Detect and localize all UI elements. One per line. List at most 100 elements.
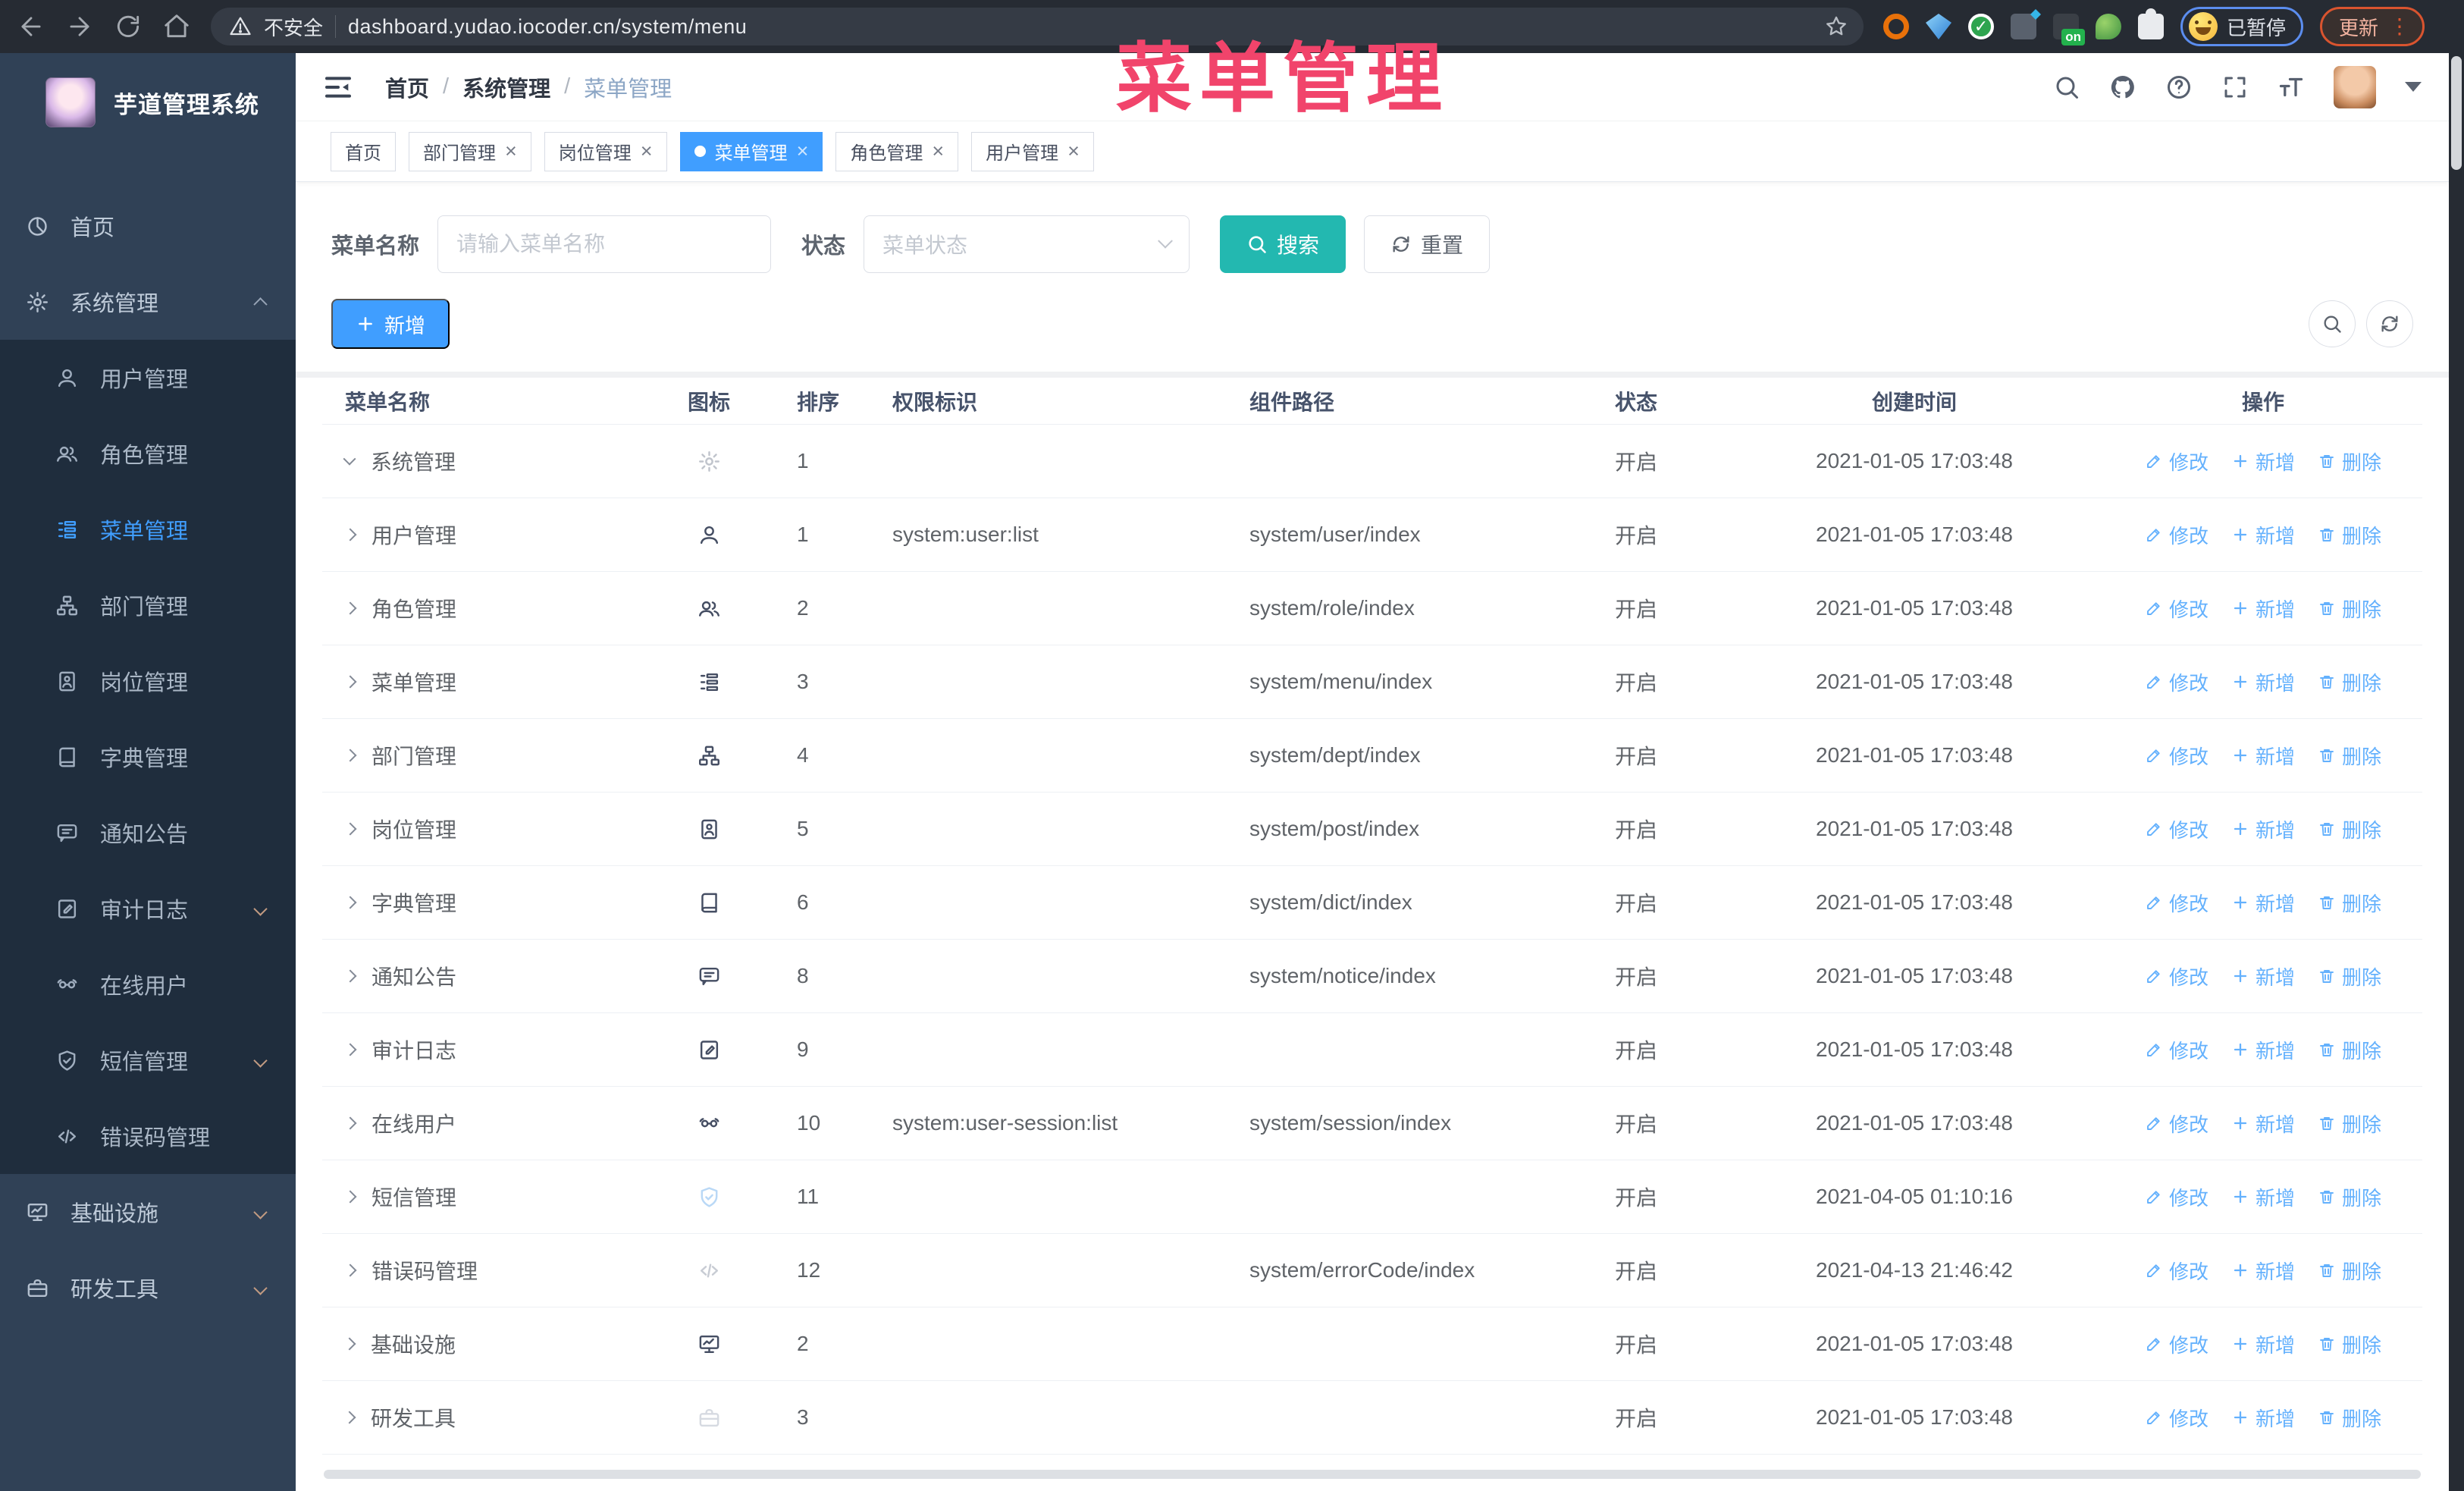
forward-icon[interactable] [65,12,94,41]
tag-tab-home[interactable]: 首页 [331,131,396,171]
add-child-link[interactable]: 新增 [2231,962,2295,990]
expand-icon[interactable] [343,1411,356,1424]
expand-icon[interactable] [343,749,357,762]
add-child-link[interactable]: 新增 [2231,1110,2295,1138]
expand-icon[interactable] [343,1043,357,1056]
user-menu-caret-icon[interactable] [2405,82,2422,92]
expand-icon[interactable] [343,822,357,836]
sidebar-item-sms[interactable]: 短信管理 [0,1022,296,1098]
delete-link[interactable]: 删除 [2318,1036,2381,1064]
update-menu-dots-icon[interactable]: ⋮ [2389,16,2410,37]
extension-check-icon[interactable]: ✓ [1968,14,1994,39]
expand-icon[interactable] [343,452,356,466]
edit-link[interactable]: 修改 [2145,1330,2209,1358]
delete-link[interactable]: 删除 [2318,447,2381,476]
extensions-puzzle-icon[interactable] [2138,8,2164,39]
sidebar-item-home[interactable]: 首页 [0,188,296,264]
add-child-link[interactable]: 新增 [2231,521,2295,549]
expand-icon[interactable] [343,1190,357,1204]
edit-link[interactable]: 修改 [2145,742,2209,770]
sidebar-item-notice[interactable]: 通知公告 [0,795,296,871]
edit-link[interactable]: 修改 [2145,668,2209,696]
browser-update-button[interactable]: 更新 ⋮ [2320,7,2425,46]
delete-link[interactable]: 删除 [2318,742,2381,770]
expand-icon[interactable] [343,528,357,541]
extension-bars-icon[interactable] [2011,14,2036,39]
add-child-link[interactable]: 新增 [2231,1404,2295,1432]
add-child-link[interactable]: 新增 [2231,1036,2295,1064]
add-child-link[interactable]: 新增 [2231,815,2295,843]
sidebar-item-online[interactable]: 在线用户 [0,946,296,1022]
extension-orange-icon[interactable] [1883,14,1909,39]
sidebar-item-post[interactable]: 岗位管理 [0,643,296,719]
fullscreen-icon[interactable] [2221,74,2249,101]
page-scrollbar[interactable] [2449,53,2464,1491]
expand-icon[interactable] [343,1263,357,1277]
add-child-link[interactable]: 新增 [2231,742,2295,770]
delete-link[interactable]: 删除 [2318,889,2381,917]
edit-link[interactable]: 修改 [2145,521,2209,549]
close-icon[interactable]: × [1067,141,1080,162]
url-text[interactable]: dashboard.yudao.iocoder.cn/system/menu [348,15,1812,39]
user-avatar[interactable] [2334,65,2376,108]
delete-link[interactable]: 删除 [2318,1404,2381,1432]
expand-icon[interactable] [343,969,357,983]
app-logo-row[interactable]: 芋道管理系统 [0,53,296,152]
sidebar-item-tools[interactable]: 研发工具 [0,1250,296,1326]
expand-icon[interactable] [343,1337,356,1351]
sidebar-fold-icon[interactable] [323,72,353,102]
extension-leaf-icon[interactable] [2096,14,2121,39]
edit-link[interactable]: 修改 [2145,1257,2209,1285]
extension-switch-icon[interactable]: on [2053,14,2085,46]
breadcrumb-item[interactable]: 首页 [385,71,429,103]
menu-name-input[interactable] [437,215,772,273]
horizontal-scrollbar[interactable] [324,1470,2421,1479]
delete-link[interactable]: 删除 [2318,521,2381,549]
edit-link[interactable]: 修改 [2145,1110,2209,1138]
add-child-link[interactable]: 新增 [2231,1330,2295,1358]
edit-link[interactable]: 修改 [2145,815,2209,843]
tag-tab-menu[interactable]: 菜单管理 × [679,131,823,171]
sidebar-item-role[interactable]: 角色管理 [0,416,296,491]
close-icon[interactable]: × [797,141,809,162]
sidebar-item-errcode[interactable]: 错误码管理 [0,1098,296,1174]
sidebar-item-infra[interactable]: 基础设施 [0,1174,296,1250]
paused-extension-pill[interactable]: 已暂停 [2180,7,2304,46]
bookmark-star-icon[interactable] [1824,14,1848,39]
add-child-link[interactable]: 新增 [2231,889,2295,917]
toggle-search-button[interactable] [2309,300,2356,347]
sidebar-item-system[interactable]: 系统管理 [0,264,296,340]
add-child-link[interactable]: 新增 [2231,447,2295,476]
reload-icon[interactable] [114,12,143,41]
delete-link[interactable]: 删除 [2318,1110,2381,1138]
sidebar-item-dict[interactable]: 字典管理 [0,719,296,795]
search-icon[interactable] [2053,74,2080,101]
edit-link[interactable]: 修改 [2145,595,2209,623]
edit-link[interactable]: 修改 [2145,1404,2209,1432]
expand-icon[interactable] [343,896,357,909]
security-label[interactable]: 不安全 [264,13,323,41]
close-icon[interactable]: × [932,141,944,162]
search-button[interactable]: 搜索 [1220,215,1346,273]
breadcrumb-item[interactable]: 系统管理 [462,71,550,103]
tag-tab-user[interactable]: 用户管理 × [971,131,1094,171]
edit-link[interactable]: 修改 [2145,889,2209,917]
refresh-table-button[interactable] [2366,300,2413,347]
delete-link[interactable]: 删除 [2318,815,2381,843]
expand-icon[interactable] [343,601,357,615]
github-icon[interactable] [2109,74,2136,101]
sidebar-item-menu[interactable]: 菜单管理 [0,491,296,567]
tag-tab-role[interactable]: 角色管理 × [835,131,959,171]
add-button[interactable]: 新增 [331,299,450,349]
extension-gem-icon[interactable] [1926,14,1951,39]
expand-icon[interactable] [343,675,357,689]
add-child-link[interactable]: 新增 [2231,1183,2295,1211]
edit-link[interactable]: 修改 [2145,1036,2209,1064]
sidebar-item-user[interactable]: 用户管理 [0,340,296,416]
add-child-link[interactable]: 新增 [2231,595,2295,623]
home-icon[interactable] [162,12,191,41]
reset-button[interactable]: 重置 [1364,215,1491,273]
close-icon[interactable]: × [505,141,517,162]
delete-link[interactable]: 删除 [2318,1330,2381,1358]
sidebar-item-audit[interactable]: 审计日志 [0,871,296,946]
